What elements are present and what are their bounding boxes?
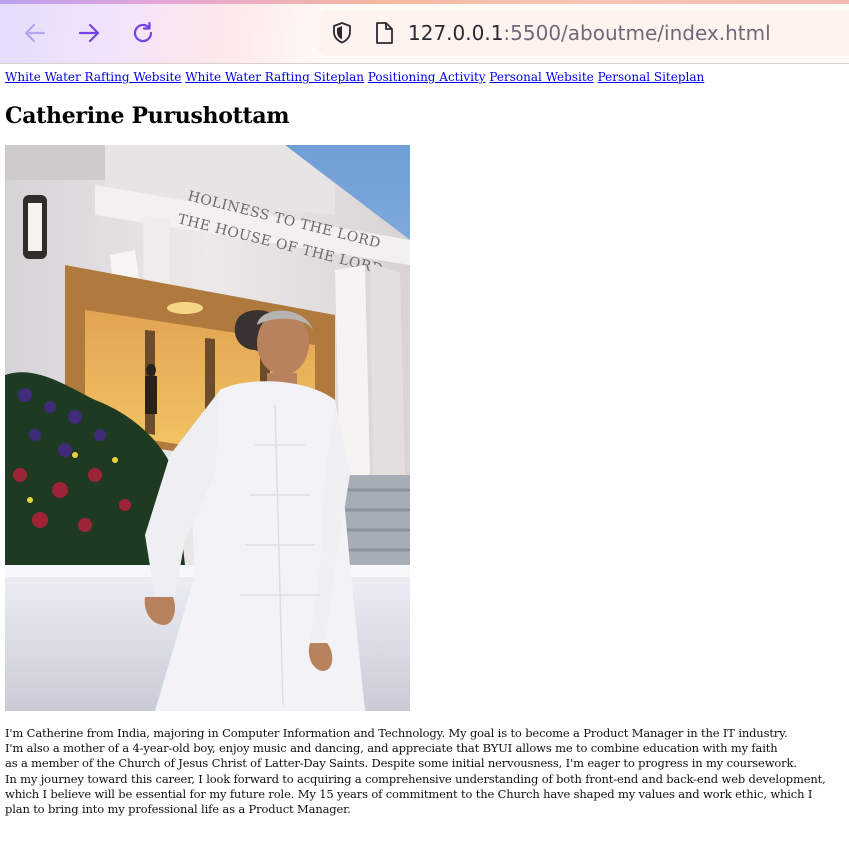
url-text[interactable]: 127.0.0.1:5500/aboutme/index.html (408, 21, 771, 45)
site-nav: White Water Rafting Website White Water … (5, 70, 845, 84)
forward-arrow-icon (78, 23, 100, 43)
bio-line: which I believe will be essential for my… (5, 786, 813, 801)
page-content: White Water Rafting Website White Water … (5, 63, 845, 817)
back-button[interactable] (18, 16, 52, 50)
bio-line: I'm also a mother of a 4-year-old boy, e… (5, 741, 778, 756)
forward-button[interactable] (72, 16, 106, 50)
nav-link-personal-website[interactable]: Personal Website (489, 70, 593, 84)
profile-photo-illustration: HOLINESS TO THE LORD THE HOUSE OF THE LO… (5, 145, 410, 711)
reload-icon (133, 21, 153, 43)
url-host: 127.0.0.1 (408, 21, 504, 45)
shield-icon[interactable] (330, 21, 354, 45)
bio-line: In my journey toward this career, I look… (5, 771, 826, 786)
nav-link-rafting-siteplan[interactable]: White Water Rafting Siteplan (185, 70, 364, 84)
bio-line: I'm Catherine from India, majoring in Co… (5, 726, 788, 740)
page-title: Catherine Purushottam (5, 103, 290, 129)
bio-line: plan to bring into my professional life … (5, 802, 351, 817)
address-bar[interactable]: 127.0.0.1:5500/aboutme/index.html (318, 10, 849, 56)
nav-link-rafting-website[interactable]: White Water Rafting Website (5, 70, 181, 84)
nav-link-positioning-activity[interactable]: Positioning Activity (368, 70, 486, 84)
toolbar-accent-strip (0, 0, 849, 4)
url-path: :5500/aboutme/index.html (503, 21, 771, 45)
reload-button[interactable] (126, 16, 160, 50)
page-document-icon[interactable] (372, 21, 396, 45)
bio-paragraph: I'm Catherine from India, majoring in Co… (5, 726, 845, 817)
back-arrow-icon (24, 23, 46, 43)
nav-link-personal-siteplan[interactable]: Personal Siteplan (598, 70, 705, 84)
profile-photo: HOLINESS TO THE LORD THE HOUSE OF THE LO… (5, 145, 410, 711)
bio-line: as a member of the Church of Jesus Chris… (5, 756, 797, 771)
browser-toolbar: 127.0.0.1:5500/aboutme/index.html (0, 0, 849, 64)
